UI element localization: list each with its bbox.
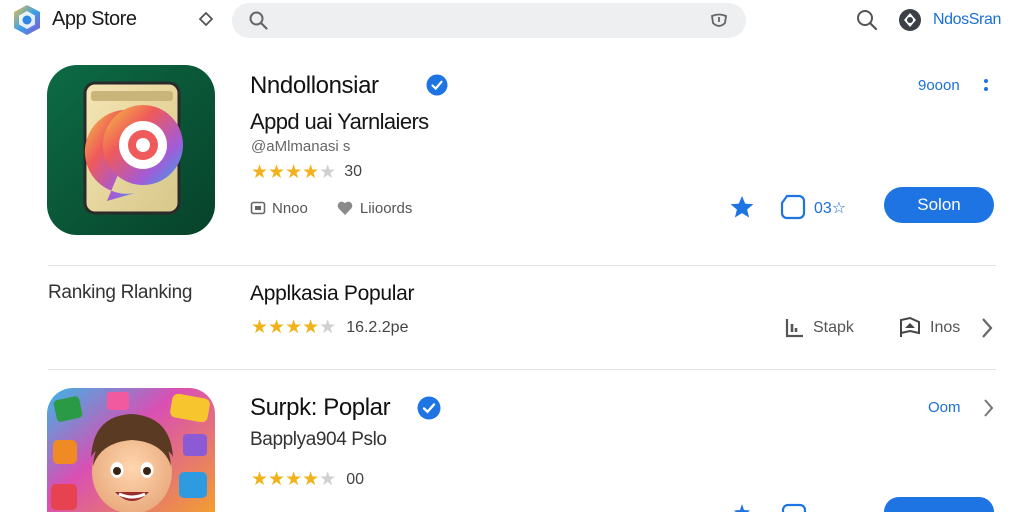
star-rating: ★★★★★ bbox=[251, 469, 337, 490]
download-icon bbox=[785, 319, 803, 338]
popular-app-rating: ★★★★★ 00 bbox=[251, 470, 364, 489]
search-icon[interactable] bbox=[855, 8, 879, 32]
meta-size-label: Nnoo bbox=[272, 199, 308, 217]
star-icon[interactable] bbox=[733, 503, 751, 512]
app-store-title: App Store bbox=[52, 8, 137, 30]
ranking-rating: ★★★★★ 16.2.2pe bbox=[251, 318, 408, 337]
ranking-label: Ranking Rlanking bbox=[48, 282, 193, 303]
featured-app-meta: Nnoo Liioords bbox=[250, 199, 412, 217]
popular-open-button[interactable] bbox=[884, 497, 994, 512]
featured-app-rating: ★★★★★ 30 bbox=[251, 162, 362, 182]
meta-likes: Liioords bbox=[336, 199, 413, 217]
storage-icon bbox=[250, 201, 266, 215]
popular-app-link[interactable]: Oom bbox=[928, 399, 961, 416]
rounded-square-icon[interactable] bbox=[780, 502, 808, 512]
ranking-rating-text: 16.2.2pe bbox=[346, 318, 409, 336]
open-button[interactable]: Solon bbox=[884, 187, 994, 223]
featured-app-link[interactable]: 9ooon bbox=[918, 77, 960, 94]
featured-app-title[interactable]: Nndollonsiar bbox=[250, 72, 379, 100]
heart-icon bbox=[337, 201, 353, 215]
featured-app-subtitle: Appd uai Yarnlaiers bbox=[250, 109, 429, 134]
verified-badge-icon bbox=[417, 396, 441, 420]
featured-app-developer[interactable]: @aMlmanasi s bbox=[251, 138, 350, 155]
download-action[interactable]: Stapk bbox=[783, 316, 854, 340]
avatar-icon[interactable] bbox=[898, 8, 922, 32]
mic-icon[interactable] bbox=[708, 10, 730, 32]
rate-chip[interactable]: 03☆ bbox=[814, 198, 846, 218]
popular-app-title[interactable]: Surpk: Poplar bbox=[250, 394, 391, 422]
divider bbox=[48, 369, 996, 370]
flag-action[interactable]: Inos bbox=[898, 316, 960, 340]
download-action-label: Stapk bbox=[813, 319, 854, 336]
rounded-square-icon[interactable] bbox=[779, 193, 807, 221]
star-rating: ★★★★★ bbox=[251, 161, 337, 183]
verified-badge-icon bbox=[426, 74, 448, 96]
chevron-right-icon[interactable] bbox=[982, 397, 994, 419]
app-store-logo-icon[interactable] bbox=[10, 3, 44, 37]
popular-app-icon[interactable] bbox=[47, 388, 215, 512]
user-name-link[interactable]: NdosSran bbox=[933, 11, 1001, 29]
star-rating: ★★★★★ bbox=[251, 317, 337, 338]
featured-app-icon[interactable] bbox=[47, 65, 215, 235]
rating-count: 30 bbox=[344, 163, 362, 180]
more-vertical-icon[interactable] bbox=[981, 76, 991, 96]
search-bar[interactable] bbox=[232, 3, 746, 38]
divider bbox=[48, 265, 996, 266]
star-icon[interactable] bbox=[729, 194, 755, 220]
diamond-icon[interactable] bbox=[199, 12, 213, 26]
flag-icon bbox=[900, 316, 920, 337]
ranking-title[interactable]: Applkasia Popular bbox=[250, 282, 414, 306]
meta-size: Nnoo bbox=[250, 200, 308, 217]
flag-action-label: Inos bbox=[930, 319, 961, 336]
chevron-right-icon[interactable] bbox=[980, 316, 994, 340]
meta-likes-label: Liioords bbox=[359, 199, 413, 217]
popular-app-subtitle: Bapplya904 Pslo bbox=[250, 429, 387, 450]
search-input[interactable] bbox=[278, 9, 678, 32]
top-bar: App Store NdosSran bbox=[0, 0, 1024, 40]
popular-rating-text: 00 bbox=[346, 470, 364, 488]
search-icon bbox=[249, 11, 268, 30]
